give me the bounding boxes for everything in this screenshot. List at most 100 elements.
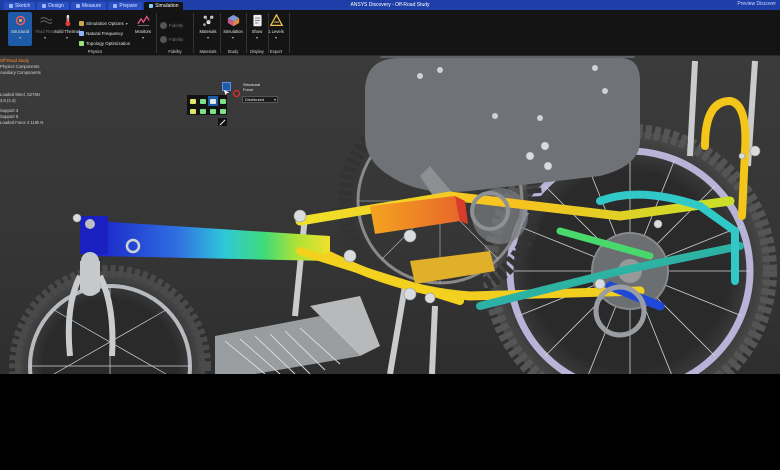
force-marker-icon: [233, 90, 240, 97]
monitors-label: Monitors: [134, 29, 152, 34]
export-label: 1 Levels: [268, 29, 284, 34]
popup-text: Structural Force: [243, 82, 260, 92]
force-icon: [210, 98, 216, 104]
fluid-flow-label: Fluid Flow: [35, 29, 55, 34]
empty-area: [0, 374, 780, 470]
solid-thermal-label: Solid Thermal: [54, 29, 80, 34]
floating-toolbar: [186, 94, 228, 116]
simulation-options-label: Simulation Options: [86, 21, 124, 26]
window-controls[interactable]: Preview Discover: [737, 1, 776, 7]
support-tool[interactable]: [198, 96, 208, 106]
fidelity-group-label: Fidelity: [168, 49, 182, 54]
materials-group-label: Materials: [199, 49, 217, 54]
bolt-tool[interactable]: [218, 106, 228, 116]
pencil-icon: [219, 119, 226, 125]
move-tool[interactable]: [188, 106, 198, 116]
force-tool[interactable]: [208, 96, 218, 106]
group-divider: [289, 13, 290, 53]
tab-sketch-label: Sketch: [15, 3, 31, 9]
fidelity-icon: [160, 36, 167, 43]
physics-group-label: Physics: [87, 49, 103, 54]
arrow-icon: [190, 98, 196, 104]
tab-prepare-label: Prepare: [119, 3, 138, 9]
simulation-cube-icon: [227, 14, 239, 27]
tab-sketch[interactable]: Sketch: [4, 2, 36, 10]
select-cursor-button[interactable]: [222, 82, 231, 96]
topology-icon: [79, 41, 84, 46]
tab-simulation[interactable]: Simulation: [144, 2, 184, 10]
force-type-dropdown[interactable]: Distributed: [242, 96, 278, 103]
contact-tool[interactable]: [198, 106, 208, 116]
measure-icon: [75, 4, 80, 8]
tree-detail-force[interactable]: Loaded Force 4 110k N: [0, 120, 90, 126]
simulation-button[interactable]: Simulation ▾: [221, 12, 245, 46]
options-icon: [79, 21, 84, 26]
chevron-down-icon: ▾: [231, 35, 234, 40]
pressure-tool[interactable]: [218, 96, 228, 106]
monitors-icon: [136, 15, 150, 26]
tab-design-label: Design: [48, 3, 64, 9]
contact-icon: [200, 108, 206, 114]
structural-label: Structural: [11, 29, 29, 34]
natural-frequency-label: Natural Frequency: [86, 31, 124, 36]
3d-viewport[interactable]: Off-Road Study Physics Components Auxili…: [0, 56, 780, 374]
solid-thermal-button[interactable]: Solid Thermal ▾: [54, 12, 80, 46]
pressure-icon: [220, 98, 226, 104]
chevron-down-icon: ▾: [274, 35, 277, 40]
show-label: Show: [251, 29, 263, 34]
chevron-down-icon: ▾: [43, 35, 46, 40]
move-icon: [190, 108, 196, 114]
support-icon: [200, 98, 206, 104]
export-icon: [269, 14, 283, 27]
pencil-button[interactable]: [217, 117, 228, 127]
fidelity-a-label: Fidelity: [169, 23, 184, 28]
materials-cube-icon: [202, 15, 213, 26]
fix-icon: [210, 108, 216, 114]
ribbon: Structural ▾ Fluid Flow ▾ Solid Thermal …: [0, 10, 780, 56]
structural-button[interactable]: Structural ▾: [8, 12, 32, 46]
chevron-down-icon: ▾: [206, 35, 209, 40]
materials-label: Materials: [199, 29, 217, 34]
chevron-down-icon: ▾: [255, 35, 258, 40]
fix-tool[interactable]: [208, 106, 218, 116]
arrow-left-tool[interactable]: [188, 96, 198, 106]
chevron-down-icon: ▾: [141, 35, 144, 40]
tab-prepare[interactable]: Prepare: [108, 2, 143, 10]
bolt-icon: [220, 108, 226, 114]
fidelity-slider-a[interactable]: Fidelity: [160, 22, 183, 29]
structural-sim-icon: [15, 15, 25, 26]
export-group-label: Export: [269, 49, 283, 54]
export-button[interactable]: 1 Levels ▾: [264, 12, 288, 46]
chevron-down-icon: ▾: [65, 35, 68, 40]
ribbon-tabs: Sketch Design Measure Prepare Simulation: [0, 0, 184, 10]
tab-design[interactable]: Design: [37, 2, 69, 10]
chevron-down-icon: ▾: [18, 35, 21, 40]
prepare-icon: [113, 4, 118, 8]
study-tree: Off-Road Study Physics Components Auxili…: [0, 58, 90, 126]
document-show-icon: [252, 14, 262, 27]
frequency-icon: [79, 31, 84, 36]
sketch-icon: [9, 4, 13, 8]
tab-simulation-label: Simulation: [155, 3, 179, 9]
fluid-flow-icon: [39, 17, 52, 24]
topology-optimization-button[interactable]: Topology Optimization: [79, 40, 130, 47]
fidelity-b-label: Fidelity: [169, 37, 184, 42]
materials-button[interactable]: Materials ▾: [196, 12, 220, 46]
simulation-label: Simulation: [223, 29, 243, 34]
tab-measure[interactable]: Measure: [70, 2, 107, 10]
monitors-button[interactable]: Monitors ▾: [131, 12, 155, 46]
simulation-tab-icon: [149, 4, 154, 8]
fidelity-slider-b[interactable]: Fidelity: [160, 36, 183, 43]
study-group-label: Study: [227, 49, 239, 54]
natural-frequency-button[interactable]: Natural Frequency: [79, 30, 123, 37]
topology-optimization-label: Topology Optimization: [86, 41, 131, 46]
design-icon: [42, 4, 47, 8]
tab-measure-label: Measure: [81, 3, 102, 9]
simulation-options-button[interactable]: Simulation Options ▾: [79, 20, 128, 27]
title-bar: Sketch Design Measure Prepare Simulation…: [0, 0, 780, 10]
bike-stress-model[interactable]: [0, 56, 780, 374]
cursor-icon: [223, 89, 230, 96]
thermometer-icon: [64, 14, 70, 27]
chevron-down-icon: ▾: [125, 21, 128, 26]
